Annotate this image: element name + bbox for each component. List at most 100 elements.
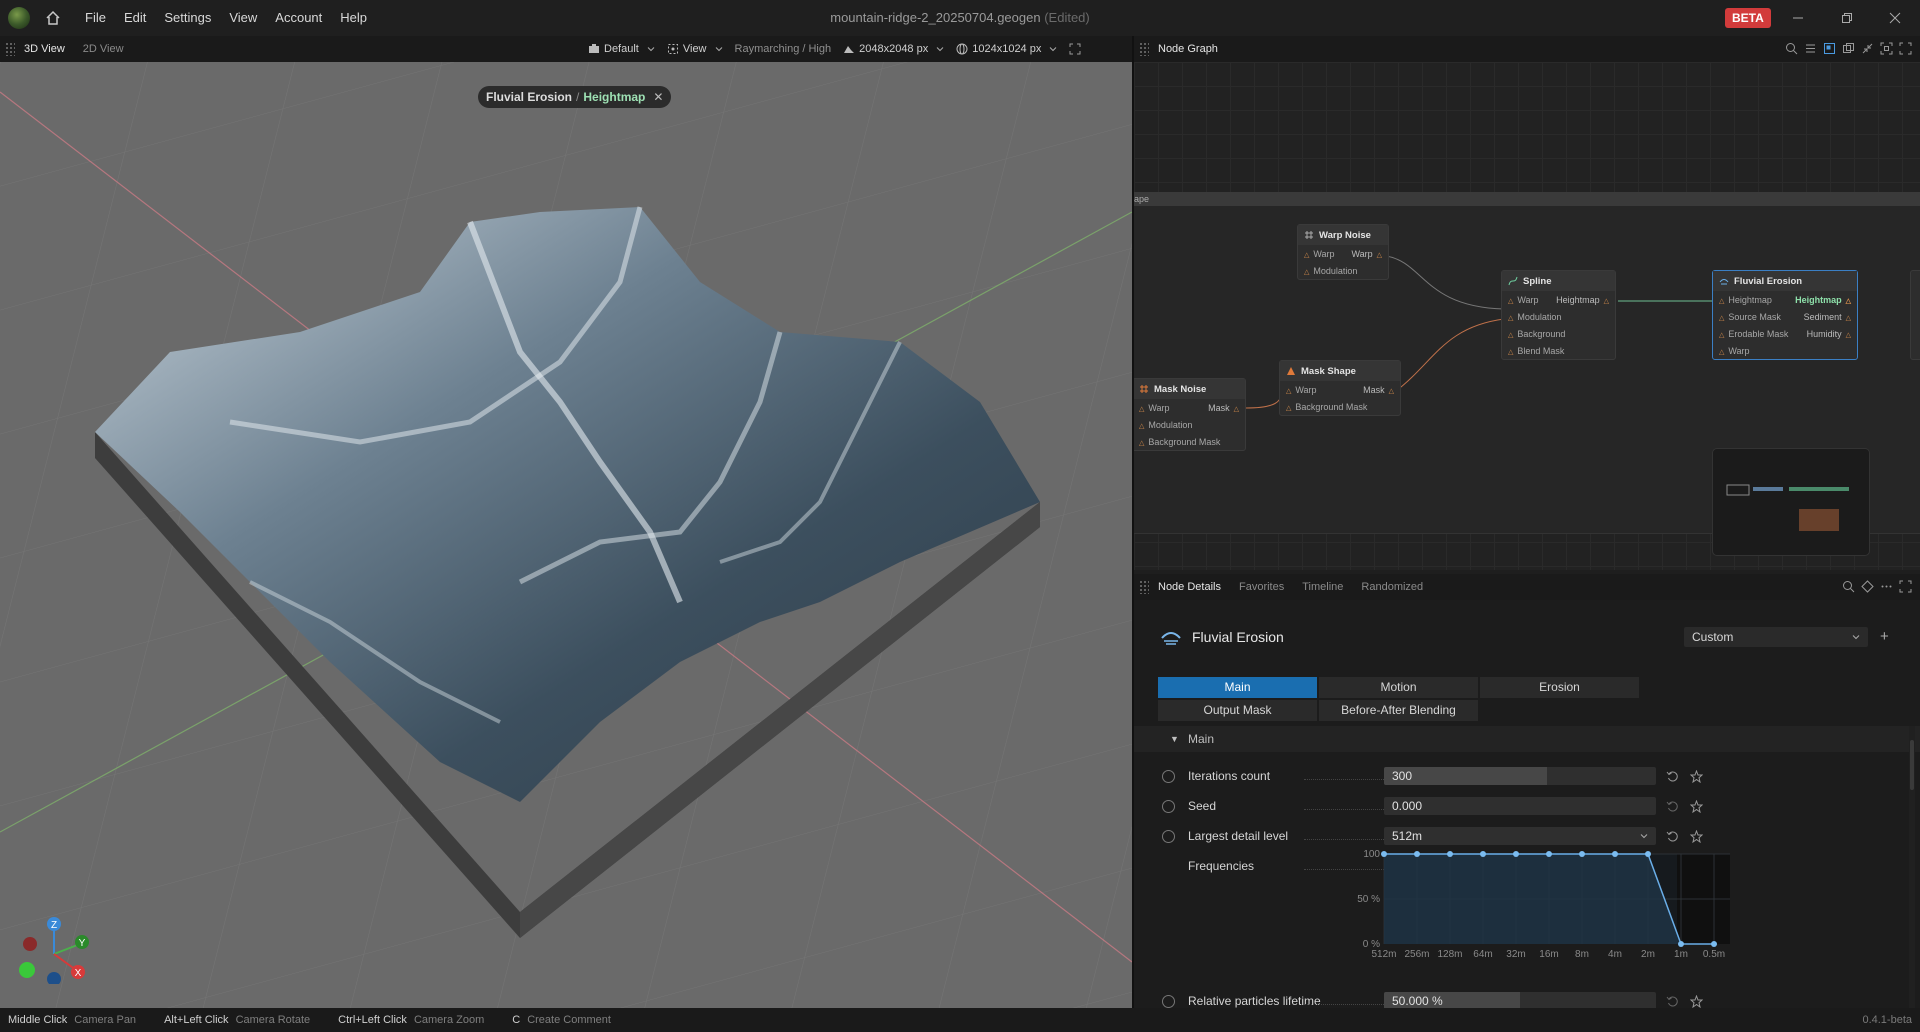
input-port[interactable]: Background Mask — [1139, 437, 1220, 447]
tab-randomized[interactable]: Randomized — [1352, 574, 1432, 600]
drag-handle-icon[interactable] — [1139, 42, 1149, 56]
reset-icon[interactable] — [1666, 770, 1679, 783]
menu-view[interactable]: View — [220, 0, 266, 36]
output-port[interactable]: Humidity — [1807, 329, 1851, 339]
node-fluvial-erosion[interactable]: Fluvial Erosion Heightmap Heightmap Sourc… — [1712, 270, 1858, 360]
output-port[interactable]: Sediment — [1804, 312, 1851, 322]
node-mask-noise[interactable]: Mask Noise Warp Mask Modulation Backgroun… — [1134, 378, 1246, 451]
node-mask-shape[interactable]: Mask Shape Warp Mask Background Mask — [1279, 360, 1401, 416]
tab-main[interactable]: Main — [1158, 677, 1317, 698]
input-port[interactable]: Erodable Mask — [1719, 329, 1788, 339]
input-port[interactable]: Heightmap — [1719, 295, 1772, 305]
tab-motion[interactable]: Motion — [1319, 677, 1478, 698]
node-offscreen[interactable] — [1910, 270, 1920, 360]
output-port[interactable]: Mask — [1363, 385, 1394, 395]
input-port[interactable]: Warp — [1719, 346, 1749, 356]
reset-icon[interactable] — [1666, 995, 1679, 1008]
node-spline[interactable]: Spline Warp Heightmap Modulation Backgrou… — [1501, 270, 1616, 360]
collapse-icon[interactable] — [1861, 42, 1874, 55]
home-icon[interactable] — [44, 9, 62, 27]
frequencies-curve-editor[interactable]: 512m 256m 128m 64m 32m 16m 8m 4m 2m 1m 0.5m 100 50 %… — [1134, 847, 1920, 977]
maximize-button[interactable] — [1835, 6, 1859, 30]
detail-level-dropdown[interactable]: 512m — [1384, 827, 1656, 845]
fullscreen-icon[interactable] — [1069, 43, 1081, 55]
tab-erosion[interactable]: Erosion — [1480, 677, 1639, 698]
input-port[interactable]: Warp — [1304, 249, 1334, 259]
keyframe-toggle[interactable] — [1162, 799, 1175, 813]
star-icon[interactable] — [1690, 829, 1703, 843]
menu-edit[interactable]: Edit — [115, 0, 155, 36]
star-icon[interactable] — [1690, 769, 1703, 783]
tab-3d-view[interactable]: 3D View — [15, 36, 74, 62]
drag-handle-icon[interactable] — [5, 42, 15, 56]
render-preset-dropdown[interactable]: Default — [588, 43, 655, 55]
star-icon[interactable] — [1690, 799, 1703, 813]
fullscreen-icon[interactable] — [1899, 42, 1912, 55]
menu-help[interactable]: Help — [331, 0, 376, 36]
close-window-button[interactable] — [1883, 6, 1907, 30]
lifetime-slider[interactable]: 50.000 % — [1384, 992, 1656, 1008]
input-port[interactable]: Background — [1508, 329, 1565, 339]
menu-account[interactable]: Account — [266, 0, 331, 36]
tab-node-details[interactable]: Node Details — [1149, 574, 1230, 600]
input-port[interactable]: Modulation — [1304, 266, 1357, 276]
iterations-slider[interactable]: 300 — [1384, 767, 1656, 785]
minimize-button[interactable] — [1786, 6, 1810, 30]
tab-2d-view[interactable]: 2D View — [74, 36, 133, 62]
keyframe-toggle[interactable] — [1162, 994, 1175, 1008]
tab-timeline[interactable]: Timeline — [1293, 574, 1352, 600]
section-main-header[interactable]: ▼ Main — [1134, 726, 1920, 752]
render-mode[interactable]: Raymarching / High — [735, 43, 832, 55]
search-icon[interactable] — [1842, 580, 1855, 593]
keyframe-toggle[interactable] — [1162, 829, 1175, 843]
fullscreen-icon[interactable] — [1899, 580, 1912, 593]
3d-viewport[interactable]: Fluvial Erosion / Heightmap ✕ Z Y X — [0, 62, 1132, 1008]
tab-output-mask[interactable]: Output Mask — [1158, 700, 1317, 721]
resolution-dropdown[interactable]: 2048x2048 px — [843, 43, 944, 55]
node-graph-canvas[interactable]: ape Warp Noise WarpWarp Modulation Splin… — [1134, 62, 1920, 570]
drag-handle-icon[interactable] — [1139, 580, 1149, 594]
preview-resolution-dropdown[interactable]: 1024x1024 px — [956, 43, 1057, 55]
breadcrumb: Fluvial Erosion / Heightmap ✕ — [478, 86, 672, 108]
preset-dropdown[interactable]: Custom — [1684, 627, 1868, 647]
input-port[interactable]: Warp — [1139, 403, 1169, 413]
input-port[interactable]: Source Mask — [1719, 312, 1781, 322]
node-warp-noise[interactable]: Warp Noise Warp Warp Modulation — [1297, 224, 1389, 280]
search-icon[interactable] — [1785, 42, 1798, 55]
layout-icon[interactable] — [1823, 42, 1836, 55]
input-port[interactable]: Modulation — [1139, 420, 1192, 430]
output-port[interactable]: Heightmap — [1795, 295, 1851, 305]
menu-settings[interactable]: Settings — [155, 0, 220, 36]
keyframe-toggle[interactable] — [1162, 769, 1175, 783]
scrollbar[interactable] — [1909, 726, 1915, 1008]
graph-minimap[interactable] — [1712, 448, 1870, 556]
breadcrumb-node[interactable]: Fluvial Erosion — [486, 90, 572, 104]
fit-view-icon[interactable] — [1880, 42, 1893, 55]
output-port[interactable]: Heightmap — [1556, 295, 1609, 305]
tab-favorites[interactable]: Favorites — [1230, 574, 1293, 600]
input-port[interactable]: Blend Mask — [1508, 346, 1564, 356]
view-dropdown[interactable]: View — [667, 43, 723, 55]
input-port[interactable]: Modulation — [1508, 312, 1561, 322]
output-port[interactable]: Warp — [1351, 249, 1382, 259]
list-icon[interactable] — [1804, 42, 1817, 55]
scrollbar-thumb[interactable] — [1910, 740, 1914, 790]
add-preset-button[interactable]: + — [1880, 628, 1889, 645]
axis-gizmo[interactable]: Z Y X — [18, 914, 98, 984]
input-port[interactable]: Warp — [1286, 385, 1316, 395]
star-icon[interactable] — [1690, 994, 1703, 1008]
reset-icon[interactable] — [1666, 830, 1679, 843]
output-port[interactable]: Mask — [1208, 403, 1239, 413]
diamond-icon[interactable] — [1861, 580, 1874, 593]
close-icon[interactable]: ✕ — [653, 90, 663, 104]
more-icon[interactable] — [1880, 580, 1893, 593]
breadcrumb-output[interactable]: Heightmap — [583, 90, 645, 104]
group-icon[interactable] — [1842, 42, 1855, 55]
reset-icon[interactable] — [1666, 800, 1679, 813]
tab-node-graph[interactable]: Node Graph — [1149, 36, 1227, 62]
input-port[interactable]: Background Mask — [1286, 402, 1367, 412]
input-port[interactable]: Warp — [1508, 295, 1538, 305]
seed-field[interactable]: 0.000 — [1384, 797, 1656, 815]
menu-file[interactable]: File — [76, 0, 115, 36]
tab-before-after-blending[interactable]: Before-After Blending — [1319, 700, 1478, 721]
